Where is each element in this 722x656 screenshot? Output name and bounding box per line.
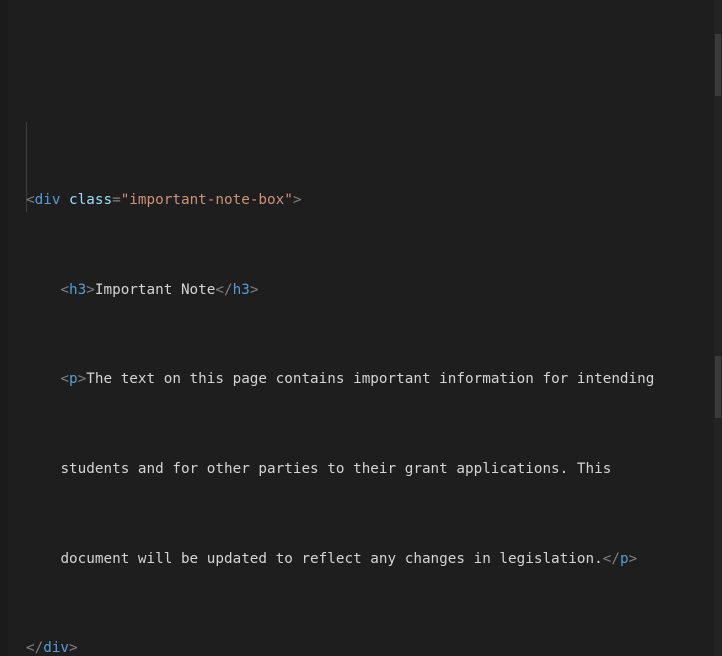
code-line-paragraph-3[interactable]: document will be updated to reflect any … — [8, 548, 714, 570]
angle-bracket-close: > — [292, 192, 302, 209]
closing-tag-name-p: p — [619, 550, 629, 567]
code-line-paragraph-2[interactable]: students and for other parties to their … — [8, 458, 714, 480]
angle-bracket-close: > — [77, 371, 87, 388]
equals-sign: = — [112, 192, 121, 209]
closing-tag-name-h3: h3 — [232, 281, 250, 298]
indent-spaces — [26, 371, 60, 387]
closing-angle-bracket-close: > — [628, 550, 638, 567]
paragraph-text-line-3: document will be updated to reflect any … — [60, 550, 603, 567]
code-line-close-div[interactable]: </div> — [8, 637, 714, 656]
scrollbar-thumb[interactable] — [715, 34, 721, 96]
tag-name-div: div — [34, 192, 61, 209]
editor-left-gutter — [0, 0, 8, 656]
paragraph-text-line-1: The text on this page contains important… — [86, 371, 655, 388]
indent-spaces — [26, 282, 60, 298]
code-line-open-div[interactable]: <div class="important-note-box"> — [8, 189, 714, 211]
code-line-paragraph-1[interactable]: <p>The text on this page contains import… — [8, 368, 714, 390]
closing-angle-bracket-close: > — [249, 281, 259, 298]
closing-angle-bracket-open: </ — [26, 640, 44, 656]
code-block[interactable]: <div class="important-note-box"> <h3>Imp… — [8, 100, 714, 656]
vertical-scrollbar[interactable] — [714, 0, 722, 656]
code-line-heading[interactable]: <h3>Important Note</h3> — [8, 279, 714, 301]
angle-bracket-close: > — [86, 281, 95, 298]
indent-spaces — [26, 551, 60, 567]
closing-angle-bracket-open: </ — [602, 550, 620, 567]
attribute-value-class: "important-note-box" — [120, 192, 293, 209]
code-editor[interactable]: <div class="important-note-box"> <h3>Imp… — [0, 0, 722, 656]
closing-angle-bracket-open: </ — [215, 281, 233, 298]
angle-bracket-open: < — [60, 371, 70, 388]
code-content[interactable]: <div class="important-note-box"> <h3>Imp… — [8, 0, 714, 656]
closing-tag-name-div: div — [43, 640, 70, 656]
heading-text: Important Note — [94, 281, 216, 298]
attribute-name-class: class — [69, 192, 113, 209]
angle-bracket-open: < — [26, 192, 35, 209]
indent-spaces — [26, 461, 60, 477]
closing-angle-bracket-close: > — [69, 640, 78, 656]
tag-name-h3: h3 — [69, 281, 87, 298]
angle-bracket-open: < — [60, 281, 70, 298]
tag-name-p: p — [69, 371, 78, 388]
scrollbar-thumb[interactable] — [715, 356, 721, 418]
paragraph-text-line-2: students and for other parties to their … — [60, 461, 612, 478]
